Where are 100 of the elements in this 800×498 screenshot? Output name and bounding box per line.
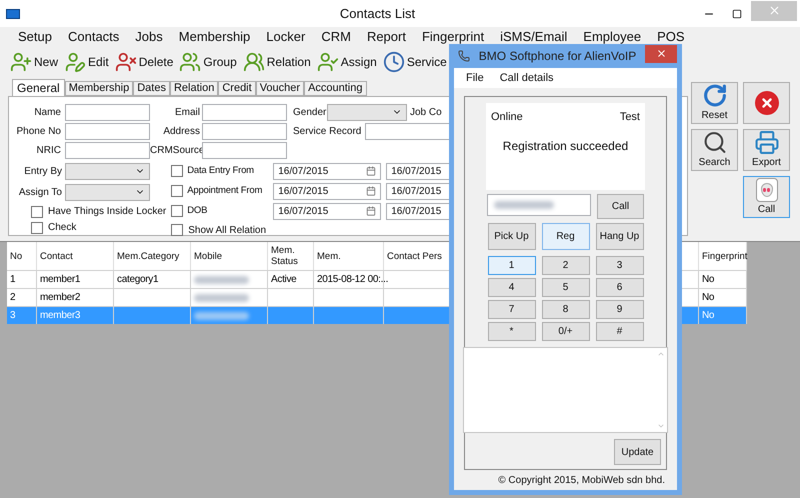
checkbox-label: Data Entry From	[187, 164, 255, 178]
toolbar-button[interactable]: Relation	[242, 51, 311, 73]
tab[interactable]: Voucher	[256, 81, 304, 96]
app-logo-icon	[6, 8, 20, 18]
field-label: Entry By	[23, 164, 62, 178]
menu-item[interactable]: File	[466, 70, 484, 86]
table-cell-text: No	[702, 309, 714, 323]
call-button[interactable]: Call	[597, 194, 644, 219]
scroll-up-icon	[657, 350, 665, 358]
keypad-button[interactable]: 5	[542, 278, 590, 297]
keypad-button[interactable]: 7	[488, 300, 536, 319]
blurred-mobile-number	[194, 312, 249, 320]
action-button[interactable]: Pick Up	[488, 223, 536, 250]
toolbar-button[interactable]: Edit	[64, 51, 109, 73]
table-cell-text: member3	[40, 309, 80, 323]
text-field[interactable]	[202, 104, 287, 120]
window-title: Contacts List	[338, 4, 416, 23]
close-icon	[656, 48, 666, 59]
text-field[interactable]	[202, 122, 287, 140]
account-name: Test	[620, 110, 640, 125]
table-cell-text: 3	[10, 309, 16, 323]
side-button[interactable]: Call	[743, 176, 790, 218]
checkbox-label: Show All Relation	[188, 224, 266, 238]
column-header[interactable]: Contact	[37, 242, 114, 270]
group-icon	[179, 51, 202, 73]
field-label: Name	[33, 106, 61, 120]
maximize-icon	[732, 8, 742, 18]
checkbox[interactable]	[31, 206, 43, 218]
keypad-button[interactable]: 4	[488, 278, 536, 297]
checkbox-label: Check	[48, 221, 76, 235]
table-cell-text: Active	[271, 273, 296, 287]
toolbar-button[interactable]: New	[10, 51, 58, 73]
close-button[interactable]	[743, 82, 790, 124]
alien-icon	[756, 178, 778, 202]
checkbox[interactable]	[171, 224, 184, 236]
tab[interactable]: Membership	[64, 81, 134, 96]
checkbox[interactable]	[171, 185, 184, 197]
text-field[interactable]	[65, 122, 150, 140]
menu-item[interactable]: POS	[657, 30, 685, 43]
side-button[interactable]: Search	[691, 129, 738, 171]
toolbar-button[interactable]: Delete	[114, 51, 174, 73]
close-icon	[754, 91, 778, 115]
side-button[interactable]: Export	[743, 129, 790, 171]
field-label: Email	[174, 106, 200, 120]
log-area[interactable]	[463, 347, 668, 433]
update-button[interactable]: Update	[614, 439, 661, 465]
checkbox[interactable]	[171, 165, 184, 177]
date-field[interactable]: 16/07/2015	[273, 202, 382, 220]
close-button[interactable]	[645, 44, 677, 62]
action-button[interactable]: Hang Up	[596, 223, 644, 250]
text-field[interactable]	[65, 104, 150, 120]
menu-item[interactable]: Jobs	[135, 30, 163, 43]
refresh-icon	[702, 83, 728, 108]
menu-item[interactable]: iSMS/Email	[500, 30, 568, 43]
toolbar-button[interactable]: Assign	[316, 51, 377, 73]
tab[interactable]: Relation	[170, 81, 218, 96]
keypad-button[interactable]: 2	[542, 256, 590, 275]
toolbar-button[interactable]: Group	[179, 51, 237, 73]
menu-item[interactable]: Membership	[178, 30, 250, 43]
menu-item[interactable]: Employee	[583, 30, 642, 43]
tab[interactable]: Dates	[133, 81, 170, 96]
keypad-button[interactable]: 6	[596, 278, 644, 297]
side-button[interactable]: Reset	[691, 82, 738, 124]
menu-item[interactable]: Setup	[18, 30, 52, 43]
checkbox-label: Appointment From	[187, 184, 264, 198]
keypad-button[interactable]: 8	[542, 300, 590, 319]
action-button[interactable]: Reg	[542, 223, 590, 250]
scroll-down-icon	[657, 422, 665, 430]
date-field[interactable]: 16/07/2015	[273, 162, 382, 180]
number-field[interactable]	[487, 194, 591, 216]
toolbar-button[interactable]: Service	[382, 51, 447, 73]
menu-item[interactable]: Contacts	[68, 30, 120, 43]
keypad-button[interactable]: 3	[596, 256, 644, 275]
column-header[interactable]: Mem. Status	[268, 242, 314, 270]
dropdown[interactable]	[65, 162, 150, 180]
phone-icon	[458, 50, 470, 62]
text-field[interactable]	[65, 142, 150, 158]
menu-item[interactable]: Fingerprint	[422, 30, 484, 43]
tab[interactable]: Accounting	[304, 81, 366, 96]
keypad-button[interactable]: 9	[596, 300, 644, 319]
checkbox[interactable]	[31, 222, 43, 234]
field-label: Job Co	[410, 106, 442, 120]
checkbox[interactable]	[171, 205, 184, 217]
field-label: Phone No	[16, 124, 61, 138]
keypad-button[interactable]: 0/+	[542, 322, 590, 341]
tab[interactable]: Credit	[218, 81, 256, 96]
dropdown[interactable]	[327, 104, 407, 120]
close-icon	[768, 4, 780, 17]
tab[interactable]: General	[12, 79, 65, 96]
text-field[interactable]	[202, 142, 287, 158]
date-field[interactable]: 16/07/2015	[273, 182, 382, 200]
menu-item[interactable]: Call details	[500, 70, 554, 86]
menu-item[interactable]: Report	[366, 30, 406, 43]
dropdown[interactable]	[65, 184, 150, 200]
menu-item[interactable]: Locker	[266, 30, 306, 43]
keypad-button[interactable]: *	[488, 322, 536, 341]
keypad-button[interactable]: 1	[488, 256, 536, 275]
table-cell-text: 1	[10, 273, 16, 287]
menu-item[interactable]: CRM	[321, 30, 351, 43]
keypad-button[interactable]: #	[596, 322, 644, 341]
